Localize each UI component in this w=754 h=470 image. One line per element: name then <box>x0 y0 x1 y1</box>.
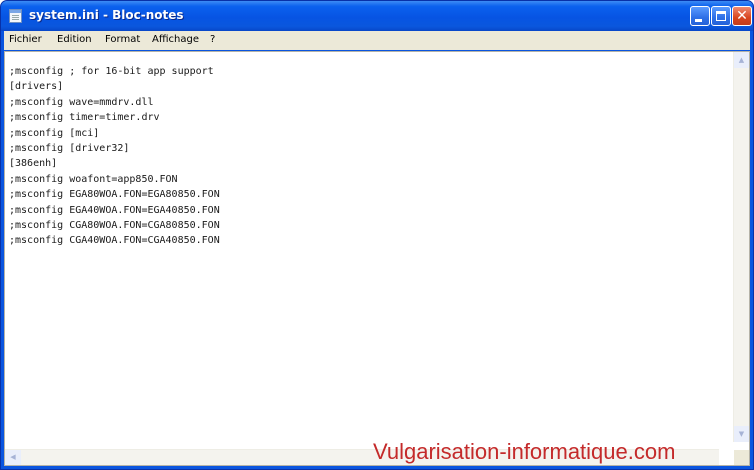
scroll-up-icon[interactable]: ▲ <box>734 52 749 68</box>
menu-edition[interactable]: Edition <box>57 34 92 45</box>
text-line: ;msconfig woafont=app850.FON <box>9 173 178 185</box>
title-bar[interactable]: system.ini - Bloc-notes ✕ <box>1 1 753 31</box>
notepad-window: system.ini - Bloc-notes ✕ Fichier Editio… <box>0 0 754 470</box>
vertical-scrollbar[interactable]: ▲ ▼ <box>733 52 749 442</box>
watermark: Vulgarisation-informatique.com <box>373 439 676 464</box>
text-line: ;msconfig EGA80WOA.FON=EGA80850.FON <box>9 189 220 201</box>
window-title: system.ini - Bloc-notes <box>29 8 184 22</box>
text-line: ;msconfig EGA40WOA.FON=EGA40850.FON <box>9 204 220 216</box>
maximize-button[interactable] <box>711 6 731 26</box>
close-button[interactable]: ✕ <box>732 6 752 26</box>
text-line: ;msconfig timer=timer.drv <box>9 112 160 124</box>
menu-fichier[interactable]: Fichier <box>9 34 42 45</box>
menu-help[interactable]: ? <box>210 34 215 45</box>
text-line: ;msconfig CGA80WOA.FON=CGA80850.FON <box>9 219 220 231</box>
scroll-down-icon[interactable]: ▼ <box>734 426 749 442</box>
text-line: ;msconfig wave=mmdrv.dll <box>9 96 154 108</box>
maximize-icon <box>716 11 726 21</box>
text-line: ;msconfig CGA40WOA.FON=CGA40850.FON <box>9 235 220 247</box>
menu-bar: Fichier Edition Format Affichage ? <box>4 31 750 50</box>
minimize-button[interactable] <box>690 6 710 26</box>
menu-affichage[interactable]: Affichage <box>152 34 199 45</box>
text-area[interactable]: ;msconfig ; for 16-bit app support [drive… <box>5 52 719 442</box>
resize-grip[interactable] <box>734 450 749 465</box>
close-icon: ✕ <box>736 8 748 24</box>
menu-format[interactable]: Format <box>105 34 140 45</box>
text-line: ;msconfig [mci] <box>9 127 100 139</box>
scroll-left-icon[interactable]: ◀ <box>5 450 21 465</box>
notepad-icon[interactable] <box>9 9 22 23</box>
editor-pane[interactable]: ;msconfig ; for 16-bit app support [drive… <box>4 51 750 466</box>
minimize-icon <box>695 19 702 22</box>
text-line: ;msconfig ; for 16-bit app support <box>9 66 214 77</box>
text-line: [drivers] <box>9 81 64 93</box>
text-line: [386enh] <box>9 158 58 170</box>
text-line: ;msconfig [driver32] <box>9 142 130 154</box>
